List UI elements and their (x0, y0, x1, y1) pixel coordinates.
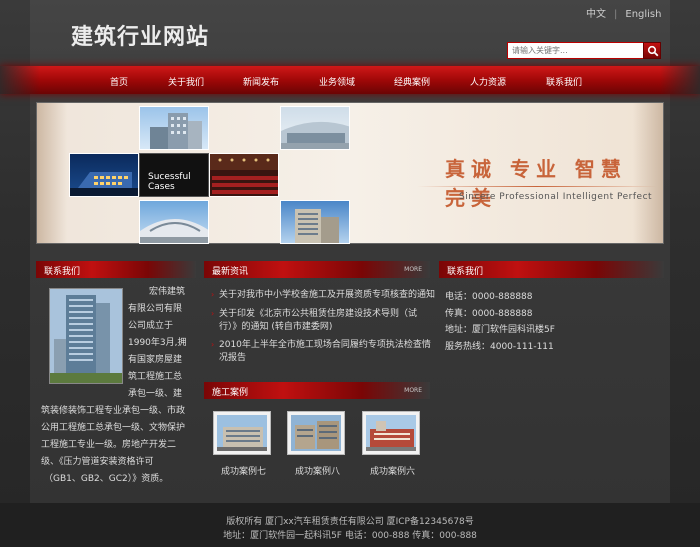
lang-zh-link[interactable]: 中文 (586, 5, 606, 20)
hero-banner: Sucessful Cases 真诚 专业 智慧 完美 Sincere Prof… (36, 102, 664, 244)
case-label[interactable]: 成功案例七 (221, 464, 266, 477)
news-heading: 最新资讯 (212, 267, 249, 277)
case-photo-8 (291, 415, 341, 451)
about-text-line: 筑工程施工总 (128, 372, 183, 382)
contact-phone: 电话：0000-888888 (445, 292, 533, 302)
nav-item-news[interactable]: 新闻发布 (243, 75, 279, 88)
news-item-title-cont[interactable]: 行）》的通知 (转自市建委网) (219, 321, 417, 334)
case-photo-7 (217, 415, 267, 451)
navbar-fade-left (0, 66, 40, 94)
nav-item-business[interactable]: 业务领域 (319, 75, 355, 88)
case-6-illustration (366, 415, 416, 451)
office-illustration (295, 209, 339, 243)
news-item-title[interactable]: 关于对我市中小学校舍施工及开展资质专项核查的通知 (219, 289, 435, 302)
contact-hotline: 服务热线：4000-111-111 (445, 342, 554, 352)
news-item[interactable]: 关于对我市中小学校舍施工及开展资质专项核查的通知 (219, 289, 435, 302)
search-icon (647, 45, 659, 57)
banner-photo-auditorium (209, 153, 279, 197)
company-building-photo (49, 288, 123, 384)
site-footer: 版权所有 厦门xx汽车租赁责任有限公司 厦ICP备12345678号 地址：厦门… (0, 503, 700, 547)
nav-item-contact[interactable]: 联系我们 (546, 75, 582, 88)
about-text-line: 宏伟建筑 (149, 287, 186, 297)
case-thumbnail[interactable] (213, 411, 271, 455)
search-button[interactable] (643, 42, 661, 59)
news-item-title[interactable]: 2010年上半年全市施工现场合同履约专项执法检查情 (219, 339, 431, 352)
about-heading: 联系我们 (44, 267, 81, 277)
banner-caption: Sucessful Cases (148, 172, 191, 192)
tower-illustration (150, 113, 202, 149)
news-item-title[interactable]: 关于印发《北京市公共租赁住房建设技术导则（试 (219, 308, 417, 321)
lang-en-link[interactable]: English (625, 9, 661, 20)
nav-item-hr[interactable]: 人力资源 (470, 75, 506, 88)
about-text-line: 有限公司有限 (128, 304, 183, 314)
cases-more-link[interactable]: MORE (404, 387, 422, 394)
search-input[interactable] (507, 42, 644, 59)
about-text-line: 1990年3月,拥 (128, 338, 187, 348)
case-7-illustration (217, 415, 267, 451)
footer-address: 地址：厦门软件园一起科讯5F 电话：000-888 传真：000-888 (223, 531, 477, 541)
nav-item-cases[interactable]: 经典案例 (394, 75, 430, 88)
news-panel-header: 最新资讯 MORE (204, 261, 430, 278)
about-text-line: 级、《压力管道安装资格许可 (41, 457, 154, 467)
contact-heading: 联系我们 (447, 267, 484, 277)
stadium-illustration (140, 219, 208, 243)
case-8-illustration (291, 415, 341, 451)
about-text-line: 工程施工专业一级。房地产开发二 (41, 440, 177, 450)
cases-panel-header: 施工案例 MORE (204, 382, 430, 399)
nav-item-about[interactable]: 关于我们 (168, 75, 204, 88)
banner-caption-tile: Sucessful Cases (139, 153, 209, 197)
banner-photo-stadium (139, 200, 209, 244)
auditorium-illustration (210, 154, 278, 194)
case-label[interactable]: 成功案例八 (295, 464, 340, 477)
news-item[interactable]: 2010年上半年全市施工现场合同履约专项执法检查情 况报告 (219, 339, 431, 365)
news-item[interactable]: 关于印发《北京市公共租赁住房建设技术导则（试 行）》的通知 (转自市建委网) (219, 308, 417, 334)
bullet-icon: › (211, 290, 215, 299)
bullet-icon: › (211, 309, 215, 318)
banner-subtitle: Sincere Professional Intelligent Perfect (459, 192, 653, 202)
hall-illustration (281, 121, 349, 149)
site-title: 建筑行业网站 (71, 25, 210, 50)
banner-photo-office (280, 200, 350, 244)
about-text-line: （GB1、GB2、GC2）》资质。 (44, 474, 169, 484)
about-text-line: 有国家房屋建 (128, 355, 183, 365)
banner-divider (417, 186, 657, 187)
cases-heading: 施工案例 (212, 388, 249, 398)
banner-photo-night-building (69, 153, 139, 197)
night-building-illustration (70, 172, 138, 196)
about-text-line: 公用工程施工总承包一级、文物保护 (41, 423, 186, 433)
banner-shade-left (37, 103, 67, 243)
about-text-line: 筑装修装饰工程专业承包一级、市政 (41, 406, 186, 416)
case-thumbnail[interactable] (362, 411, 420, 455)
language-switcher: 中文 | English (586, 5, 661, 20)
case-label[interactable]: 成功案例六 (370, 464, 415, 477)
contact-address: 地址：厦门软件园科讯楼5F (445, 325, 555, 335)
bullet-icon: › (211, 340, 215, 349)
case-thumbnail[interactable] (287, 411, 345, 455)
banner-slogan: 真诚 专业 智慧 完美 (445, 157, 627, 210)
nav-item-home[interactable]: 首页 (110, 75, 128, 88)
about-text-line: 承包一级、建 (128, 389, 183, 399)
news-more-link[interactable]: MORE (404, 266, 422, 273)
about-text-line: 公司成立于 (128, 321, 174, 331)
about-panel-header: 联系我们 (36, 261, 196, 278)
building-illustration (50, 289, 122, 383)
banner-photo-hall (280, 106, 350, 150)
lang-separator: | (614, 9, 618, 20)
news-item-title-cont[interactable]: 况报告 (219, 352, 431, 365)
contact-fax: 传真：0000-888888 (445, 309, 533, 319)
navbar-fade-right (660, 66, 700, 94)
contact-panel-header: 联系我们 (439, 261, 664, 278)
case-photo-6 (366, 415, 416, 451)
footer-copyright: 版权所有 厦门xx汽车租赁责任有限公司 厦ICP备12345678号 (226, 517, 474, 527)
banner-photo-tower (139, 106, 209, 150)
